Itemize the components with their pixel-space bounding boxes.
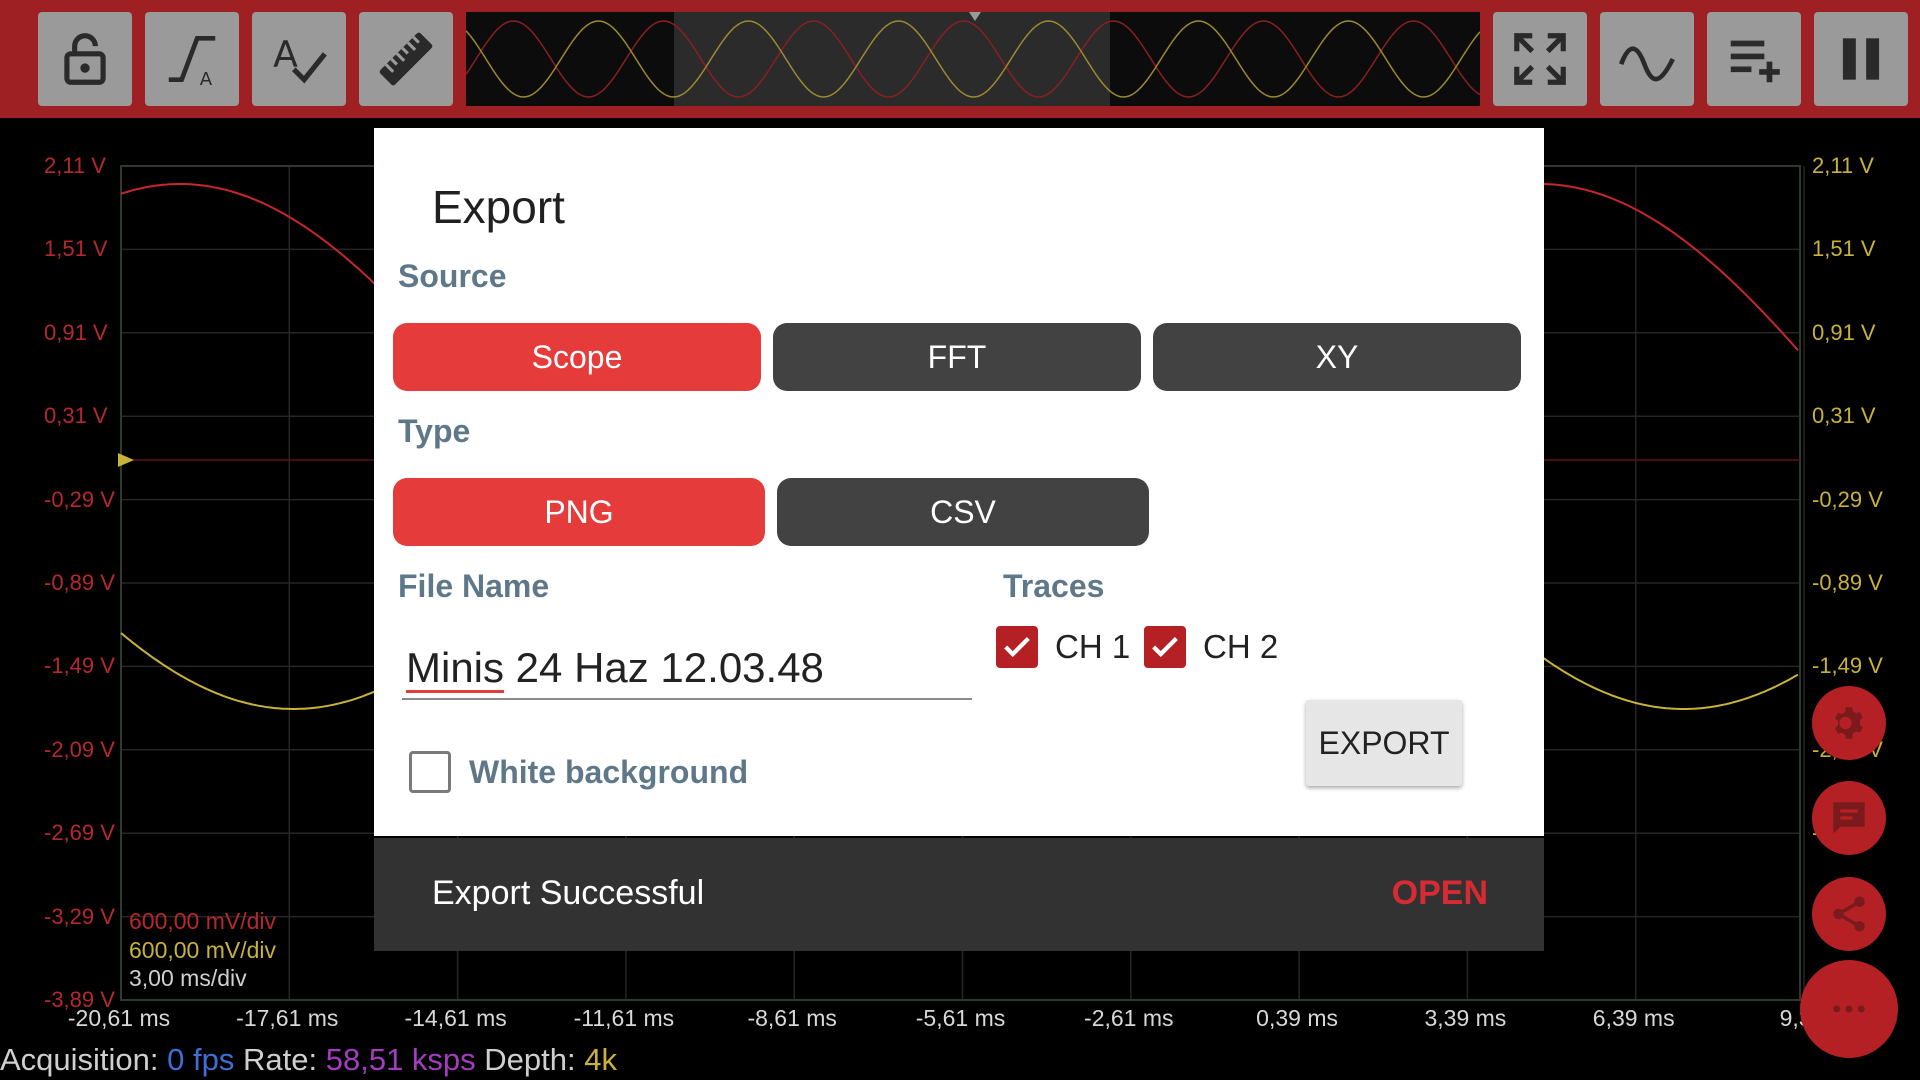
export-dialog: Export Source Scope FFT XY Type PNG CSV … [374, 128, 1544, 836]
y-tick-label-left: -1,49 V [44, 653, 115, 679]
x-tick-label: 6,39 ms [1592, 1005, 1675, 1031]
add-list-button[interactable] [1707, 12, 1801, 106]
fit-button[interactable] [1493, 12, 1587, 106]
trigger-channel-label: A [200, 69, 213, 90]
pause-icon [1842, 38, 1880, 80]
trace-ch2-label: CH 2 [1203, 628, 1279, 665]
ruler-button[interactable] [359, 12, 453, 106]
checkmark-icon [1152, 636, 1178, 658]
waveform-button[interactable] [1600, 12, 1694, 106]
unlock-icon [64, 33, 106, 85]
type-csv-button[interactable]: CSV [777, 478, 1149, 546]
y-tick-label-right: 2,11 V [1812, 153, 1874, 178]
ruler-icon [379, 32, 433, 86]
snackbar-message: Export Successful [432, 874, 705, 912]
snackbar: Export Successful OPEN [374, 838, 1544, 951]
ch1-scale: 600,00 mV/div [129, 908, 277, 934]
x-tick-label: 0,39 ms [1256, 1005, 1339, 1031]
checkmark-icon [1004, 636, 1030, 658]
y-tick-label-right: 1,51 V [1812, 236, 1876, 262]
file-name-label: File Name [398, 568, 550, 604]
ch2-offset-marker [118, 453, 134, 467]
lock-button[interactable] [38, 12, 132, 106]
x-tick-label: -5,61 ms [915, 1005, 1006, 1031]
file-name-misspelled-word: Minis [406, 644, 505, 691]
y-tick-label-right: -0,29 V [1812, 486, 1883, 512]
x-tick-label: -14,61 ms [404, 1005, 507, 1031]
x-tick-label: -8,61 ms [747, 1005, 837, 1031]
export-button[interactable]: EXPORT [1306, 700, 1462, 786]
file-name-rest: 24 Haz 12.03.48 [504, 644, 824, 691]
source-xy-button[interactable]: XY [1153, 323, 1521, 391]
fullscreen-icon [1514, 33, 1566, 85]
source-label: Source [398, 258, 507, 294]
y-tick-label-left: -0,29 V [44, 486, 115, 512]
white-background-checkbox[interactable] [409, 751, 451, 793]
source-fft-button[interactable]: FFT [773, 323, 1141, 391]
share-button[interactable] [1812, 877, 1886, 951]
sine-wave-icon [1618, 46, 1675, 82]
type-label: Type [398, 413, 471, 449]
y-tick-label-left: 2,11 V [44, 153, 106, 178]
type-png-button[interactable]: PNG [393, 478, 765, 546]
more-horizontal-icon [1833, 1005, 1865, 1013]
source-scope-button[interactable]: Scope [393, 323, 761, 391]
file-name-input[interactable]: Minis 24 Haz 12.03.48 [402, 638, 972, 700]
measure-button[interactable]: A [252, 12, 346, 106]
y-tick-label-left: 1,51 V [44, 236, 108, 262]
waveform-overview[interactable] [466, 12, 1480, 106]
status-bar: Acquisition: 0 fps Rate: 58,51 ksps Dept… [0, 1042, 617, 1078]
dialog-title: Export [432, 181, 565, 233]
rate-value: 58,51 ksps [325, 1042, 476, 1077]
y-tick-label-left: -0,89 V [44, 570, 115, 595]
x-tick-label: -17,61 ms [236, 1005, 339, 1031]
depth-value: 4k [584, 1042, 618, 1077]
y-tick-label-left: -2,69 V [44, 820, 115, 846]
toolbar: A A [0, 0, 1920, 118]
trace-ch1-label: CH 1 [1055, 628, 1131, 665]
depth-label: Depth: [484, 1042, 576, 1077]
settings-icon [1835, 707, 1863, 739]
pause-button[interactable] [1814, 12, 1908, 106]
playlist-add-icon [1730, 40, 1780, 83]
more-button[interactable] [1800, 960, 1898, 1058]
y-tick-label-right: -1,49 V [1812, 653, 1883, 679]
overview-traces [466, 20, 1480, 98]
y-tick-label-left: 0,91 V [44, 319, 108, 345]
y-tick-label-left: -3,29 V [44, 903, 115, 929]
y-tick-label-right: -0,89 V [1812, 570, 1883, 595]
comment-button[interactable] [1812, 781, 1886, 855]
rate-label: Rate: [243, 1042, 318, 1077]
trace-ch2-checkbox[interactable] [1144, 626, 1186, 668]
trigger-button[interactable]: A [145, 12, 239, 106]
trigger-edge-icon: A [168, 36, 216, 90]
comment-icon [1833, 802, 1865, 834]
x-tick-label: -20,61 ms [67, 1005, 171, 1031]
trace-ch1-checkbox[interactable] [996, 626, 1038, 668]
y-tick-label-left: 0,31 V [44, 403, 108, 429]
time-scale: 3,00 ms/div [129, 965, 247, 991]
share-icon [1833, 896, 1865, 932]
y-tick-label-left: -2,09 V [44, 736, 115, 762]
white-background-label[interactable]: White background [469, 754, 748, 791]
snackbar-open-button[interactable]: OPEN [1392, 874, 1488, 913]
acquisition-value: 0 fps [167, 1042, 235, 1077]
x-tick-label: -2,61 ms [1084, 1005, 1174, 1031]
acquisition-label: Acquisition: [0, 1042, 159, 1077]
measurement-check-icon: A [273, 33, 327, 84]
overview-ch2-trace [466, 20, 1480, 98]
traces-label: Traces [1003, 568, 1105, 604]
settings-button[interactable] [1812, 686, 1886, 760]
x-tick-label: 3,39 ms [1424, 1005, 1507, 1031]
y-tick-label-right: 0,91 V [1812, 319, 1876, 345]
y-tick-label-right: 0,31 V [1812, 403, 1876, 429]
x-tick-label: -11,61 ms [573, 1005, 675, 1031]
ch2-scale: 600,00 mV/div [129, 937, 277, 963]
